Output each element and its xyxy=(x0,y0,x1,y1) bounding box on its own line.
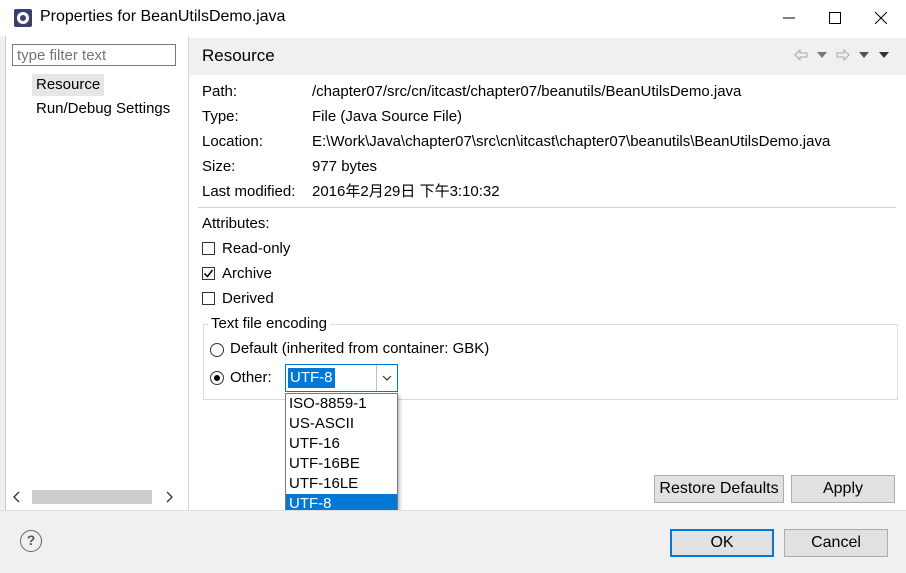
background-editor-strip xyxy=(0,36,6,572)
encoding-dropdown-list[interactable]: ISO-8859-1 US-ASCII UTF-16 UTF-16BE UTF-… xyxy=(285,393,398,514)
back-arrow-icon[interactable] xyxy=(794,49,808,61)
default-encoding-label[interactable]: Default (inherited from container: GBK) xyxy=(230,338,489,360)
path-value: /chapter07/src/cn/itcast/chapter07/beanu… xyxy=(312,83,742,100)
size-label: Size: xyxy=(202,158,236,175)
forward-arrow-icon[interactable] xyxy=(836,49,850,61)
window-title: Properties for BeanUtilsDemo.java xyxy=(40,8,286,25)
minimize-icon xyxy=(783,17,795,19)
type-value: File (Java Source File) xyxy=(312,108,463,125)
encoding-option[interactable]: US-ASCII xyxy=(286,414,397,434)
title-bar: Properties for BeanUtilsDemo.java xyxy=(0,0,906,36)
restore-defaults-button[interactable]: Restore Defaults xyxy=(654,475,784,503)
combo-dropdown-button[interactable] xyxy=(376,365,397,391)
tree-item-run-debug-settings[interactable]: Run/Debug Settings xyxy=(36,98,178,120)
radio-dot-icon xyxy=(214,375,220,381)
default-encoding-radio[interactable] xyxy=(210,343,224,357)
minimize-button[interactable] xyxy=(766,0,812,36)
back-dropdown-icon[interactable] xyxy=(817,52,827,58)
filter-input[interactable] xyxy=(12,44,176,66)
maximize-icon xyxy=(829,12,841,24)
tree-item-resource[interactable]: Resource xyxy=(32,74,105,96)
encoding-option[interactable]: UTF-16BE xyxy=(286,454,397,474)
encoding-combo[interactable]: UTF-8 xyxy=(285,364,398,392)
other-encoding-label[interactable]: Other: xyxy=(230,367,272,389)
chevron-down-icon xyxy=(382,375,392,381)
last-modified-value: 2016年2月29日 下午3:10:32 xyxy=(312,183,500,200)
separator xyxy=(198,207,896,208)
page-title: Resource xyxy=(202,46,275,65)
help-icon[interactable]: ? xyxy=(20,530,42,552)
eclipse-app-icon xyxy=(14,9,32,27)
ok-button[interactable]: OK xyxy=(670,529,774,557)
scroll-left-icon[interactable] xyxy=(12,491,22,503)
maximize-button[interactable] xyxy=(812,0,858,36)
encoding-option[interactable]: UTF-16 xyxy=(286,434,397,454)
last-modified-label: Last modified: xyxy=(202,183,296,200)
archive-label[interactable]: Archive xyxy=(222,263,272,285)
scrollbar-thumb[interactable] xyxy=(32,490,152,504)
derived-checkbox[interactable] xyxy=(202,292,215,305)
encoding-option[interactable]: UTF-16LE xyxy=(286,474,397,494)
encoding-option[interactable]: ISO-8859-1 xyxy=(286,394,397,414)
horizontal-scrollbar[interactable] xyxy=(12,487,178,507)
forward-dropdown-icon[interactable] xyxy=(859,52,869,58)
archive-checkbox[interactable] xyxy=(202,267,215,280)
attributes-heading: Attributes: xyxy=(202,215,270,232)
path-label: Path: xyxy=(202,83,238,100)
type-label: Type: xyxy=(202,108,239,125)
encoding-combo-value[interactable]: UTF-8 xyxy=(288,368,335,388)
close-button[interactable] xyxy=(858,0,904,36)
location-value: E:\Work\Java\chapter07\src\cn\itcast\cha… xyxy=(312,133,831,150)
apply-button[interactable]: Apply xyxy=(791,475,895,503)
read-only-checkbox[interactable] xyxy=(202,242,215,255)
encoding-group-label: Text file encoding xyxy=(208,313,330,335)
derived-label[interactable]: Derived xyxy=(222,288,274,310)
checkmark-icon xyxy=(203,269,214,278)
other-encoding-radio[interactable] xyxy=(210,371,224,385)
view-menu-icon[interactable] xyxy=(879,52,889,58)
cancel-button[interactable]: Cancel xyxy=(784,529,888,557)
read-only-label[interactable]: Read-only xyxy=(222,238,290,260)
pane-splitter[interactable] xyxy=(188,36,189,510)
scroll-right-icon[interactable] xyxy=(164,491,174,503)
location-label: Location: xyxy=(202,133,263,150)
size-value: 977 bytes xyxy=(312,158,378,175)
close-icon xyxy=(875,12,887,24)
